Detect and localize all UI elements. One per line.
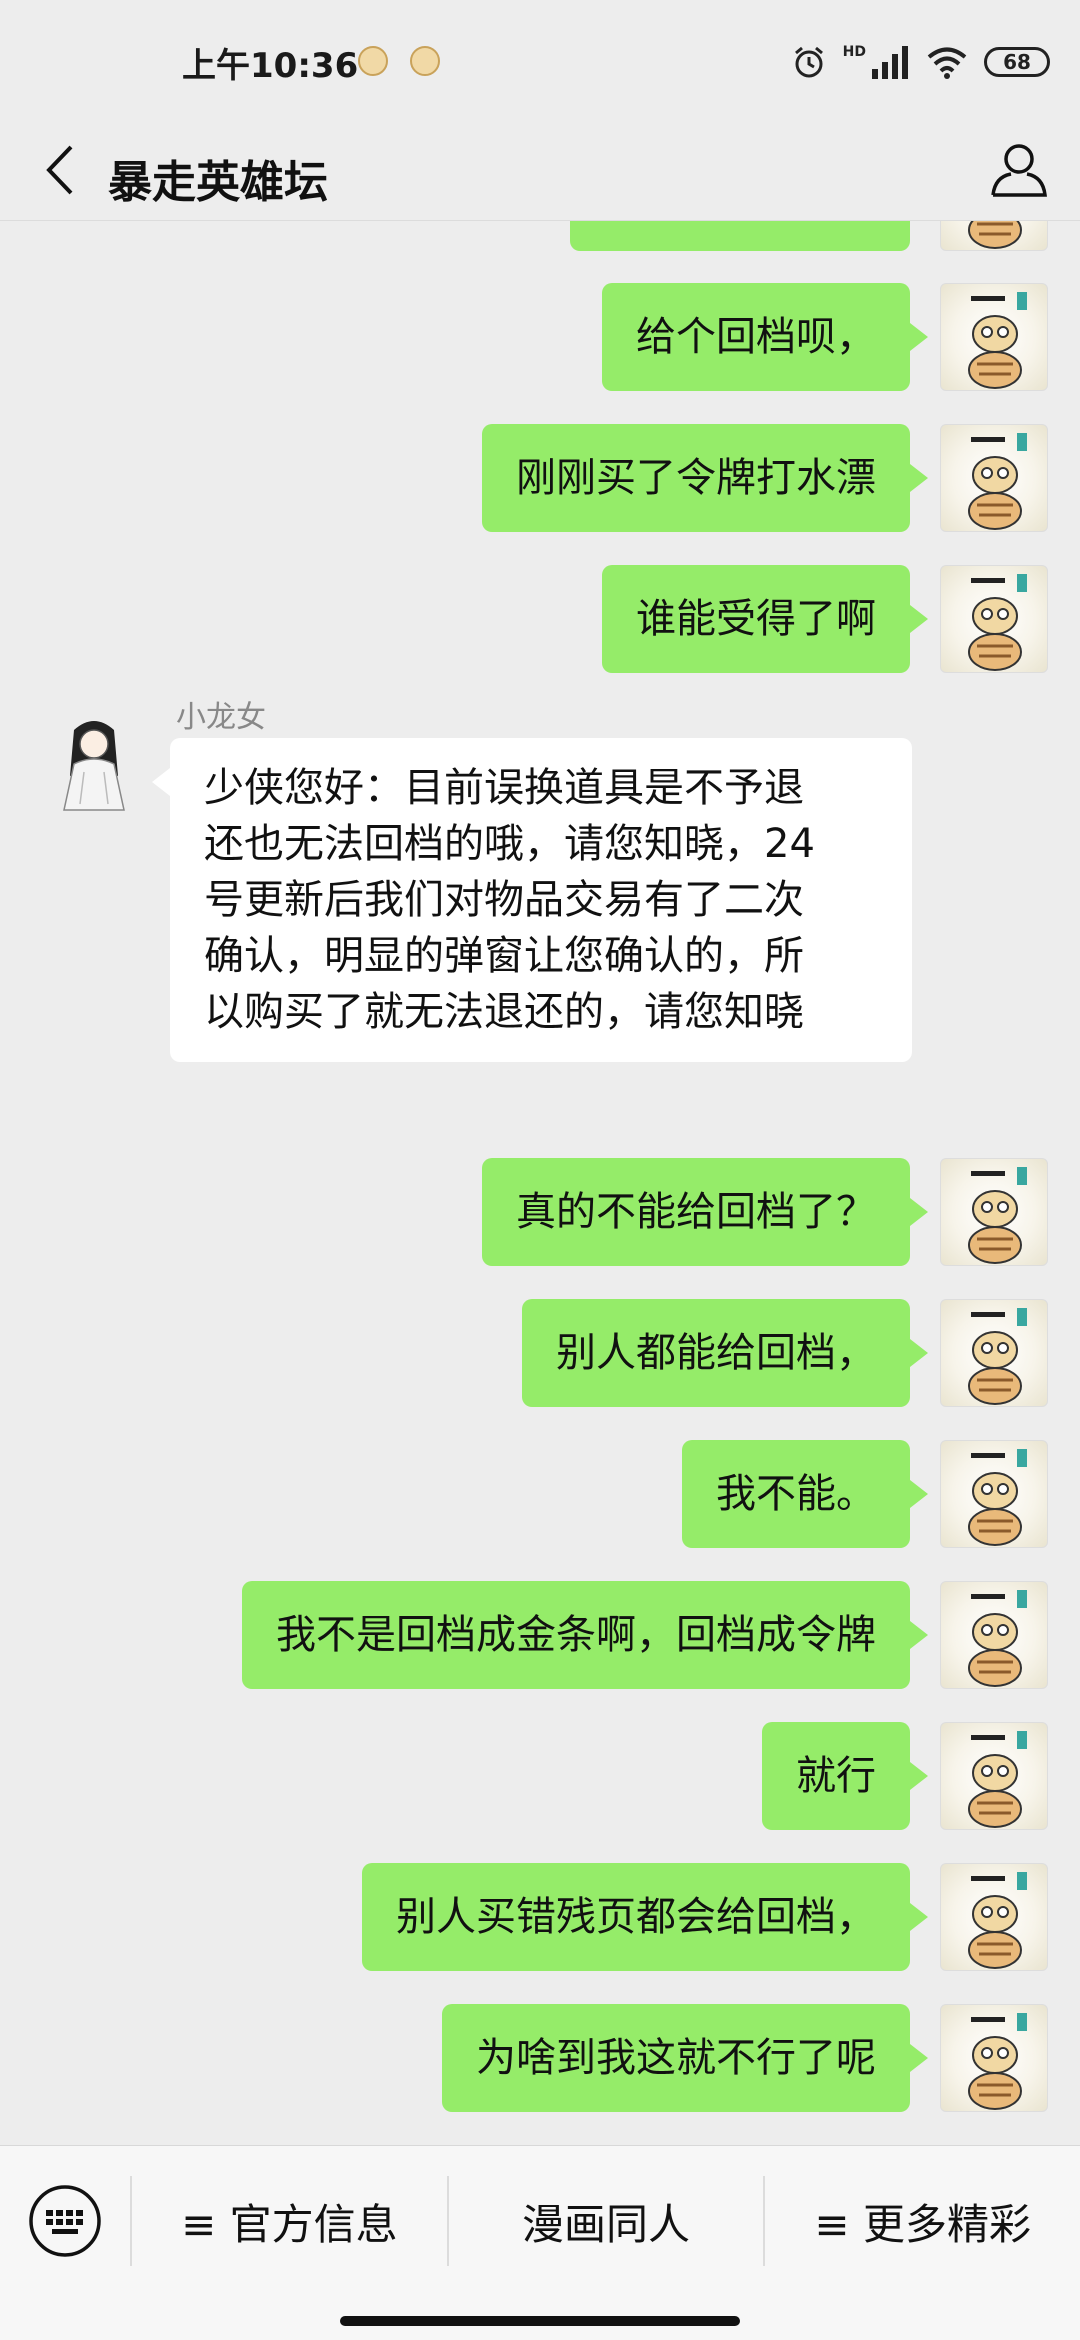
message-line: 确认，明显的弹窗让您确认的，所 xyxy=(204,933,804,979)
home-indicator[interactable] xyxy=(340,2316,740,2326)
contact-avatar[interactable] xyxy=(40,706,148,814)
chat-title: 暴走英雄坛 xyxy=(108,157,328,208)
message-bubble[interactable]: 刚刚买了令牌打水漂 xyxy=(482,424,928,532)
back-arrow-icon xyxy=(46,145,73,195)
message-line: 还也无法回档的哦，请您知晓，24 xyxy=(204,821,815,867)
status-icons: HD 68 xyxy=(791,42,1050,82)
bottom-menu: ≡ 官方信息 漫画同人 ≡ 更多精彩 xyxy=(0,2145,1080,2296)
message-bubble[interactable]: 给个回档呗， xyxy=(602,283,928,391)
alarm-icon xyxy=(794,46,823,78)
my-avatar[interactable] xyxy=(940,1440,1048,1548)
status-bar: 上午10:36 HD 68 xyxy=(0,0,1080,120)
message-bubble[interactable]: 别人买错残页都会给回档， xyxy=(362,1863,928,1971)
message-bubble[interactable]: 为啥到我这就不行了呢 xyxy=(442,2004,928,2112)
back-button[interactable] xyxy=(30,140,90,200)
message-bubble[interactable]: 别人都能给回档， xyxy=(522,1299,928,1407)
keyboard-icon xyxy=(29,2185,101,2257)
my-avatar[interactable] xyxy=(940,1299,1048,1407)
message-line: 少侠您好：目前误换道具是不予退 xyxy=(204,765,804,811)
my-avatar[interactable] xyxy=(940,221,1048,251)
message-bubble[interactable]: 真的不能给回档了？ xyxy=(482,1158,928,1266)
title-bar: 暴走英雄坛 xyxy=(0,120,1080,221)
battery-icon: 68 xyxy=(984,47,1050,77)
my-avatar[interactable] xyxy=(940,1863,1048,1971)
message-bubble-incoming[interactable]: 少侠您好：目前误换道具是不予退 还也无法回档的哦，请您知晓，24 号更新后我们对… xyxy=(152,738,912,1062)
status-time: 上午10:36 xyxy=(182,46,359,86)
message-bubble[interactable]: 我不能。 xyxy=(682,1440,928,1548)
network-type: HD xyxy=(842,44,866,60)
person-icon xyxy=(991,144,1047,197)
message-bubble[interactable] xyxy=(570,221,910,251)
signal-icon xyxy=(872,46,908,79)
message-line: 号更新后我们对物品交易有了二次 xyxy=(204,877,804,923)
my-avatar[interactable] xyxy=(940,2004,1048,2112)
app-notification-icon xyxy=(410,46,440,76)
message-bubble[interactable]: 我不是回档成金条啊，回档成令牌 xyxy=(242,1581,928,1689)
menu-comics[interactable]: 漫画同人 xyxy=(449,2191,764,2252)
wifi-icon xyxy=(927,47,967,79)
profile-button[interactable] xyxy=(986,136,1052,202)
message-list[interactable]: 给个回档呗， 刚刚买了令牌打水漂 谁能受得了啊 小龙女 少侠您好：目前误换道具是… xyxy=(0,221,1080,2144)
menu-more[interactable]: ≡ 更多精彩 xyxy=(765,2191,1080,2252)
my-avatar[interactable] xyxy=(940,565,1048,673)
my-avatar[interactable] xyxy=(940,1158,1048,1266)
message-line: 以购买了就无法退还的，请您知晓 xyxy=(204,989,804,1035)
app-notification-icon xyxy=(358,46,388,76)
menu-official-info[interactable]: ≡ 官方信息 xyxy=(132,2191,447,2252)
my-avatar[interactable] xyxy=(940,1581,1048,1689)
my-avatar[interactable] xyxy=(940,424,1048,532)
my-avatar[interactable] xyxy=(940,1722,1048,1830)
my-avatar[interactable] xyxy=(940,283,1048,391)
message-bubble[interactable]: 谁能受得了啊 xyxy=(602,565,928,673)
sender-name: 小龙女 xyxy=(176,700,266,735)
keyboard-toggle-button[interactable] xyxy=(0,2146,130,2296)
message-bubble[interactable]: 就行 xyxy=(762,1722,928,1830)
